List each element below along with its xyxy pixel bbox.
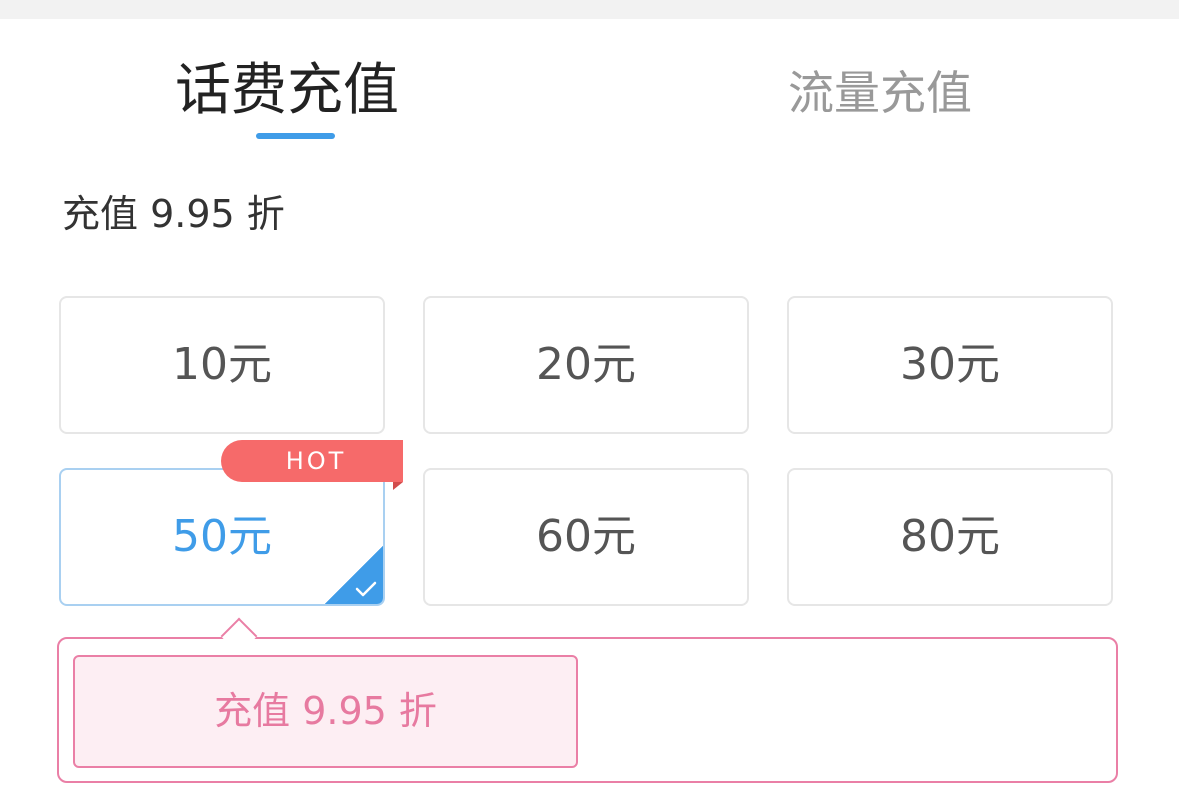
check-icon bbox=[355, 581, 377, 597]
promo-discount-chip[interactable]: 充值 9.95 折 bbox=[73, 655, 578, 768]
hot-badge-fold bbox=[393, 482, 403, 490]
amount-option-50[interactable]: 50元 bbox=[59, 468, 385, 606]
amount-option-20[interactable]: 20元 bbox=[423, 296, 749, 434]
hot-badge: HOT bbox=[221, 440, 403, 482]
tab-phone-recharge[interactable]: 话费充值 bbox=[175, 56, 399, 126]
discount-label: 充值 9.95 折 bbox=[62, 192, 285, 236]
amount-option-label: 50元 bbox=[172, 511, 272, 562]
active-tab-indicator bbox=[256, 133, 335, 139]
top-strip bbox=[0, 0, 1179, 19]
amount-option-10[interactable]: 10元 bbox=[59, 296, 385, 434]
selected-check-corner bbox=[325, 546, 383, 604]
amount-option-30[interactable]: 30元 bbox=[787, 296, 1113, 434]
amount-option-60[interactable]: 60元 bbox=[423, 468, 749, 606]
amount-option-80[interactable]: 80元 bbox=[787, 468, 1113, 606]
tab-data-recharge[interactable]: 流量充值 bbox=[788, 58, 972, 128]
